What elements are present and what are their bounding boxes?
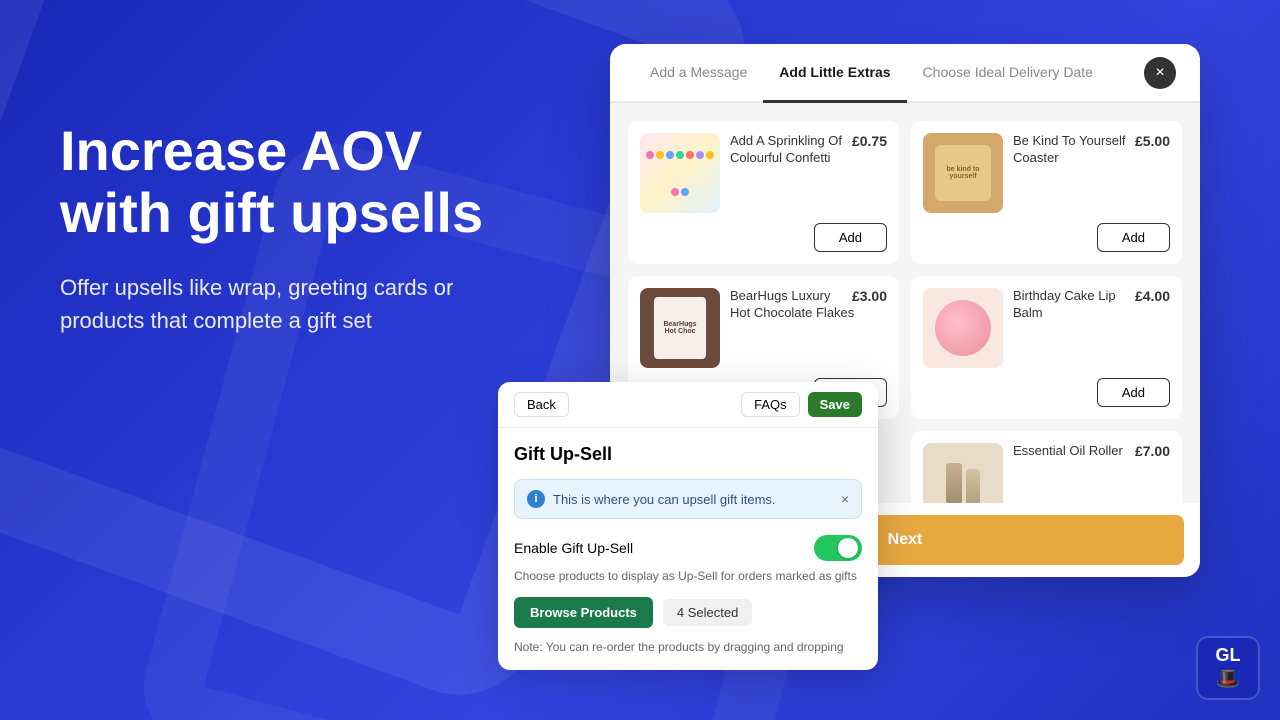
info-banner-text: i This is where you can upsell gift item…: [527, 490, 776, 508]
admin-header-buttons: FAQs Save: [741, 392, 862, 417]
tab-delivery-date[interactable]: Choose Ideal Delivery Date: [907, 44, 1109, 103]
banner-close-button[interactable]: ×: [841, 491, 849, 507]
product-image-confetti: [640, 133, 720, 213]
faqs-button[interactable]: FAQs: [741, 392, 800, 417]
product-top: £0.75 Add A Sprinkling Of Colourful Conf…: [640, 133, 887, 213]
product-price: £0.75: [852, 133, 887, 149]
oil-bottle-1: [946, 463, 962, 503]
product-image-chocolate: BearHugsHot Choc: [640, 288, 720, 368]
product-info: £5.00 Be Kind To Yourself Coaster: [1013, 133, 1170, 171]
product-info: £0.75 Add A Sprinkling Of Colourful Conf…: [730, 133, 887, 171]
admin-body: Gift Up-Sell i This is where you can ups…: [498, 428, 878, 670]
product-price: £5.00: [1135, 133, 1170, 149]
drag-drop-note: Note: You can re-order the products by d…: [514, 640, 862, 654]
add-product-button[interactable]: Add: [1097, 223, 1170, 252]
tab-add-message[interactable]: Add a Message: [634, 44, 763, 103]
product-card: be kind to yourself £5.00 Be Kind To You…: [911, 121, 1182, 264]
product-top: be kind to yourself £5.00 Be Kind To You…: [923, 133, 1170, 213]
product-card: £0.75 Add A Sprinkling Of Colourful Conf…: [628, 121, 899, 264]
product-price: £7.00: [1135, 443, 1170, 459]
coaster-inner: be kind to yourself: [935, 145, 991, 201]
info-banner: i This is where you can upsell gift item…: [514, 479, 862, 519]
browse-row: Browse Products 4 Selected: [514, 597, 862, 628]
add-product-button[interactable]: Add: [1097, 378, 1170, 407]
info-banner-message: This is where you can upsell gift items.: [553, 492, 776, 507]
product-image-oil: [923, 443, 1003, 503]
gift-upsell-toggle[interactable]: [814, 535, 862, 561]
info-icon: i: [527, 490, 545, 508]
add-product-button[interactable]: Add: [814, 223, 887, 252]
product-image-lip: [923, 288, 1003, 368]
tab-bar: Add a Message Add Little Extras Choose I…: [634, 44, 1109, 101]
toggle-label: Enable Gift Up-Sell: [514, 540, 633, 556]
selected-count-badge: 4 Selected: [663, 599, 752, 626]
logo-badge: GL 🎩: [1196, 636, 1260, 700]
hero-subtitle: Offer upsells like wrap, greeting cards …: [60, 271, 540, 337]
modal-close-button[interactable]: ×: [1144, 57, 1176, 89]
product-card: £4.00 Birthday Cake Lip Balm Add: [911, 276, 1182, 419]
browse-products-button[interactable]: Browse Products: [514, 597, 653, 628]
choc-inner: BearHugsHot Choc: [654, 297, 706, 359]
product-top: BearHugsHot Choc £3.00 BearHugs Luxury H…: [640, 288, 887, 368]
product-top: £4.00 Birthday Cake Lip Balm: [923, 288, 1170, 368]
product-top: £7.00 Essential Oil Roller: [923, 443, 1170, 503]
product-info: £7.00 Essential Oil Roller: [1013, 443, 1170, 464]
toggle-description: Choose products to display as Up-Sell fo…: [514, 569, 862, 583]
tab-add-extras[interactable]: Add Little Extras: [763, 44, 906, 103]
save-button[interactable]: Save: [808, 392, 862, 417]
back-button[interactable]: Back: [514, 392, 569, 417]
product-price: £3.00: [852, 288, 887, 304]
coaster-text: be kind to yourself: [935, 166, 991, 180]
lip-circle: [935, 300, 991, 356]
admin-modal: Back FAQs Save Gift Up-Sell i This is wh…: [498, 382, 878, 670]
choc-label: BearHugsHot Choc: [663, 321, 696, 335]
product-price: £4.00: [1135, 288, 1170, 304]
product-card: £7.00 Essential Oil Roller: [911, 431, 1182, 503]
logo-icon: 🎩: [1216, 666, 1241, 691]
hero-title: Increase AOV with gift upsells: [60, 120, 540, 243]
product-image-coaster: be kind to yourself: [923, 133, 1003, 213]
admin-title: Gift Up-Sell: [514, 444, 862, 465]
product-info: £3.00 BearHugs Luxury Hot Chocolate Flak…: [730, 288, 887, 326]
oil-bottle-2: [966, 469, 980, 503]
modal-header: Add a Message Add Little Extras Choose I…: [610, 44, 1200, 103]
logo-text: GL: [1216, 646, 1241, 664]
hero-section: Increase AOV with gift upsells Offer ups…: [60, 120, 540, 337]
toggle-row: Enable Gift Up-Sell: [514, 535, 862, 561]
admin-header: Back FAQs Save: [498, 382, 878, 428]
product-info: £4.00 Birthday Cake Lip Balm: [1013, 288, 1170, 326]
